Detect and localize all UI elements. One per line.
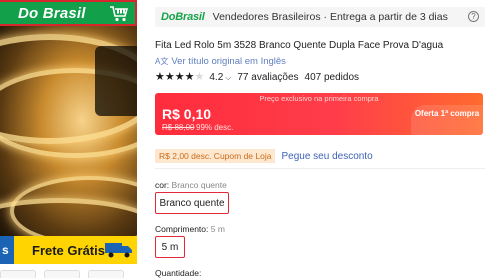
- seller-info-bar: DoBrasil Vendedores Brasileiros · Entreg…: [155, 7, 485, 27]
- coupon-row: R$ 2,00 desc. Cupom de Loja Pegue seu de…: [155, 149, 373, 163]
- star-icon: ★: [194, 71, 205, 83]
- translate-icon: A文: [155, 57, 169, 66]
- color-label: cor: Branco quente: [155, 180, 227, 190]
- color-option-branco-quente[interactable]: Branco quente: [155, 192, 229, 214]
- color-value: Branco quente: [171, 180, 227, 190]
- first-purchase-offer-badge: Oferta 1ª compra: [411, 105, 483, 135]
- free-shipping-text: Frete Grátis: [32, 242, 105, 258]
- product-image[interactable]: [0, 26, 137, 258]
- chevron-down-icon[interactable]: ⌵: [225, 73, 231, 83]
- discount-percent: 99% desc.: [196, 123, 234, 132]
- star-rating: ★ ★ ★ ★ ★: [155, 72, 204, 83]
- do-brasil-banner: Do Brasil: [0, 0, 137, 26]
- current-price: R$ 0,10: [162, 106, 212, 122]
- divider: [155, 168, 485, 169]
- star-icon: ★: [155, 71, 165, 83]
- length-label: Comprimento: 5 m: [155, 224, 225, 234]
- star-icon: ★: [164, 71, 175, 83]
- do-brasil-banner-text: Do Brasil: [18, 4, 86, 22]
- first-purchase-hint: Preço exclusivo na primeira compra: [259, 94, 379, 103]
- help-icon[interactable]: ?: [468, 11, 479, 22]
- seller-description: Vendedores Brasileiros · Entrega a parti…: [212, 11, 448, 23]
- price-box: Preço exclusivo na primeira compra R$ 0,…: [155, 93, 483, 135]
- product-info-panel: DoBrasil Vendedores Brasileiros · Entreg…: [155, 0, 500, 278]
- color-label-text: cor:: [155, 180, 170, 190]
- reviews-count[interactable]: 77 avaliações: [237, 72, 298, 83]
- shopping-cart-icon: [110, 6, 129, 22]
- delivery-truck-icon: [105, 243, 132, 258]
- do-brasil-logo: DoBrasil: [161, 11, 205, 23]
- thumbnail[interactable]: [88, 270, 124, 278]
- length-label-text: Comprimento:: [155, 224, 209, 234]
- thumbnail-strip: [0, 264, 137, 278]
- product-title: Fita Led Rolo 5m 3528 Branco Quente Dupl…: [155, 40, 444, 51]
- length-value: 5 m: [210, 224, 225, 234]
- store-coupon-badge[interactable]: R$ 2,00 desc. Cupom de Loja: [155, 149, 276, 163]
- product-gallery: Do Brasil s Frete Grátis: [0, 0, 137, 278]
- thumbnail[interactable]: [44, 270, 80, 278]
- shipping-banner-edge: s: [0, 236, 14, 264]
- rating-row: ★ ★ ★ ★ ★ 4.2 ⌵ 77 avaliações 407 pedidos: [155, 72, 360, 84]
- rating-score[interactable]: 4.2: [209, 72, 223, 83]
- translate-link[interactable]: A文 Ver título original em Inglês: [155, 56, 286, 67]
- get-discount-link[interactable]: Pegue seu desconto: [281, 151, 372, 162]
- translate-link-text: Ver título original em Inglês: [171, 56, 286, 67]
- star-icon: ★: [184, 71, 195, 83]
- free-shipping-banner: s Frete Grátis: [0, 236, 137, 264]
- thumbnail[interactable]: [0, 270, 36, 278]
- orders-count: 407 pedidos: [304, 72, 360, 83]
- original-price: R$ 88,00: [162, 123, 195, 132]
- length-option-5m[interactable]: 5 m: [155, 236, 185, 258]
- quantity-label: Quantidade:: [155, 268, 202, 278]
- led-reel-graphic: [95, 46, 137, 116]
- star-icon: ★: [174, 71, 185, 83]
